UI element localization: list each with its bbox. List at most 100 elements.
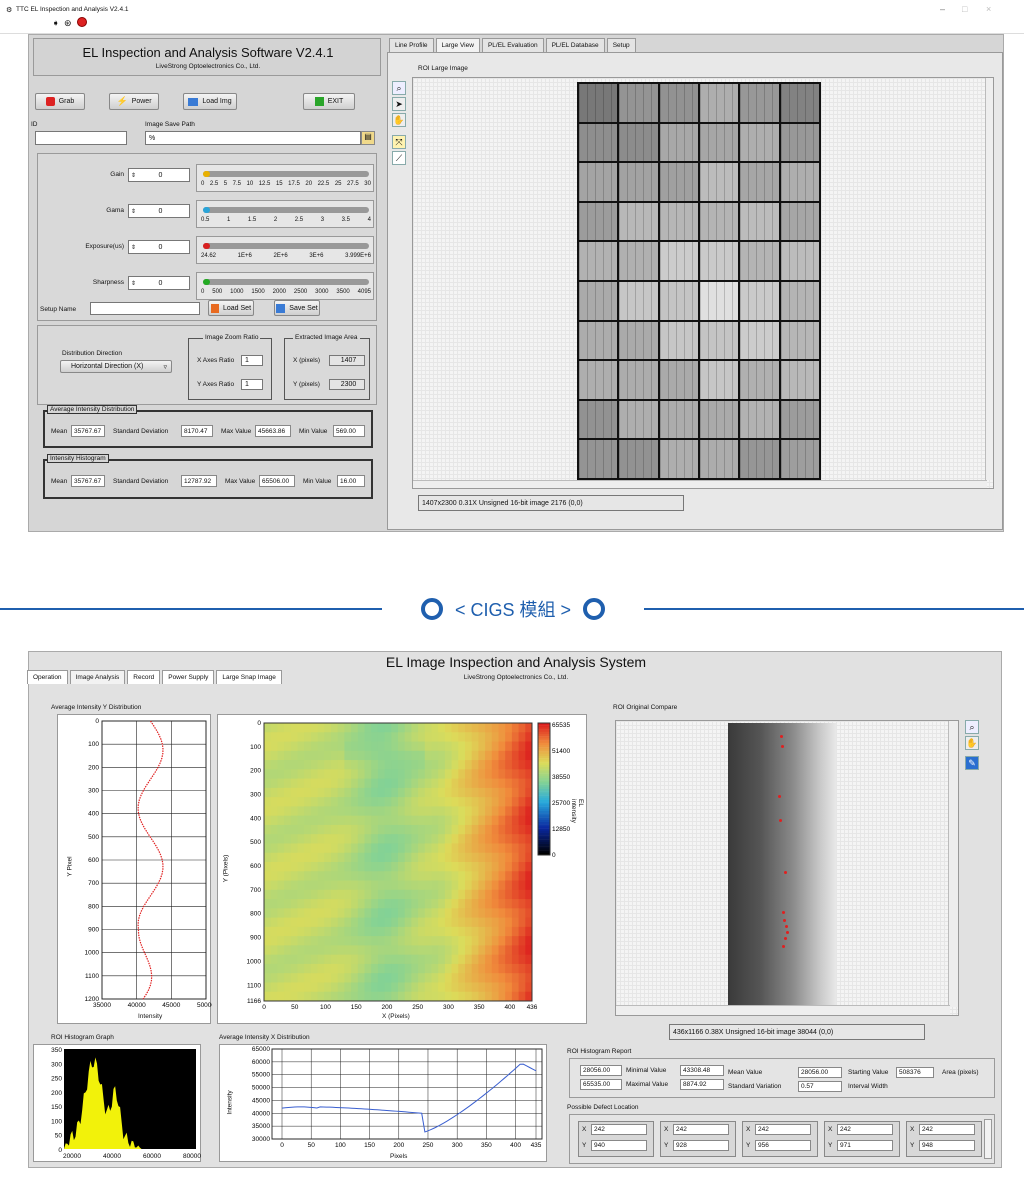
colorbar-segment	[538, 747, 550, 750]
roi-horizontal-scrollbar[interactable]	[616, 1005, 950, 1015]
draw-line-icon[interactable]: ⟋	[392, 151, 406, 165]
save-set-button[interactable]: Save Set	[274, 300, 320, 316]
heatmap-cell	[498, 917, 506, 928]
slider-control[interactable]: 24.62 1E+6 2E+6 3E+6 3.999E+6	[196, 236, 374, 264]
heatmap-cell	[371, 750, 379, 761]
minimize-button[interactable]: –	[940, 4, 945, 14]
heatmap-cell	[377, 723, 386, 733]
slider-track[interactable]	[203, 171, 369, 177]
y-tick-label: 1166	[247, 998, 261, 1005]
heatmap-cell	[478, 732, 486, 743]
spinner-arrows-icon[interactable]: ⇕	[131, 208, 136, 215]
tab-large-view[interactable]: Large View	[435, 38, 480, 52]
close-button[interactable]: ×	[986, 4, 991, 14]
tab-setup[interactable]: Setup	[606, 38, 636, 52]
tab-power-supply[interactable]: Power Supply	[162, 670, 215, 684]
slider-numeric-input[interactable]: ⇕ 0	[128, 240, 190, 254]
id-field[interactable]	[35, 131, 127, 145]
grab-button[interactable]: Grab	[35, 93, 85, 110]
load-img-button[interactable]: Load Img	[183, 93, 237, 110]
tab-record[interactable]: Record	[127, 670, 161, 684]
heatmap-cell	[357, 815, 365, 826]
tab-large-snap-image[interactable]: Large Snap Image	[216, 670, 282, 684]
exit-button[interactable]: EXIT	[303, 93, 355, 110]
heatmap-cell	[324, 815, 332, 826]
x-axes-ratio-field[interactable]: 1	[241, 355, 263, 366]
pointer-icon[interactable]: ➤	[392, 97, 406, 111]
tab-pl-el-evaluation[interactable]: PL/EL Evaluation	[481, 38, 544, 52]
abort-icon[interactable]: ⊛	[64, 18, 72, 29]
load-set-icon	[210, 303, 219, 313]
heatmap-cell	[465, 880, 473, 891]
heatmap-cell	[424, 852, 432, 863]
stop-icon[interactable]	[77, 17, 87, 27]
heatmap-cell	[444, 889, 453, 900]
heatmap-cell	[431, 945, 439, 956]
spinner-arrows-icon[interactable]: ⇕	[131, 244, 136, 251]
defect-scrollbar[interactable]	[984, 1119, 992, 1159]
zoom-icon[interactable]: ⌕	[392, 81, 406, 95]
tab-line-profile[interactable]: Line Profile	[389, 38, 434, 52]
slider-value: 0	[158, 171, 163, 179]
horizontal-scrollbar[interactable]	[413, 480, 987, 488]
heatmap-cell	[290, 871, 298, 882]
y-tick-label: 1100	[85, 973, 99, 980]
slider-track[interactable]	[203, 243, 369, 249]
maximize-button[interactable]: □	[962, 4, 967, 14]
y-axes-ratio-field[interactable]: 1	[241, 379, 263, 390]
distribution-select[interactable]: Horizontal Direction (X) ▿	[60, 360, 172, 373]
heatmap-cell	[284, 723, 292, 733]
tab-pl-el-database[interactable]: PL/EL Database	[545, 38, 605, 52]
slider-track[interactable]	[203, 207, 369, 213]
fit-icon[interactable]: ⤧	[392, 135, 406, 149]
defect-x-value: 242	[755, 1124, 811, 1135]
heatmap-cell	[377, 936, 386, 946]
heatmap-cell	[438, 889, 446, 900]
defect-marker	[781, 745, 784, 748]
y-dist-ylabel: Y Pixel	[66, 856, 74, 877]
heatmap-cell	[478, 760, 486, 770]
slider-control[interactable]: 0 500 1000 1500 2000 2500 3000 3500 4095	[196, 272, 374, 300]
roi-pan-hand-icon[interactable]: ✋	[965, 736, 979, 750]
heatmap-cell	[270, 871, 278, 882]
run-arrow-icon[interactable]: ➧	[52, 18, 60, 29]
heatmap-cell	[290, 750, 298, 761]
slider-numeric-input[interactable]: ⇕ 0	[128, 276, 190, 290]
slider-control[interactable]: 0.5 1 1.5 2 2.5 3 3.5 4	[196, 200, 374, 228]
save-path-field[interactable]: %	[145, 131, 361, 145]
browse-folder-icon[interactable]: ▤	[361, 131, 375, 145]
heatmap-cell	[384, 889, 392, 900]
spinner-arrows-icon[interactable]: ⇕	[131, 280, 136, 287]
power-button[interactable]: ⚡ Power	[109, 93, 159, 110]
tab-operation[interactable]: Operation	[27, 670, 68, 684]
roi-original-image[interactable]	[615, 720, 959, 1016]
pan-hand-icon[interactable]: ✋	[392, 113, 406, 127]
slider-tick: 3500	[336, 289, 350, 295]
heatmap-cell	[304, 843, 312, 854]
slider-control[interactable]: 0 2.5 5 7.5 10 12.5 15 17.5 20 22.5 25 27.5 30	[196, 164, 374, 192]
roi-pen-icon[interactable]: ✎	[965, 756, 979, 770]
heatmap-cell	[424, 778, 432, 789]
colorbar-segment	[538, 824, 550, 827]
y-tick-label: 1100	[247, 982, 261, 989]
slider-numeric-input[interactable]: ⇕ 0	[128, 168, 190, 182]
heatmap-cell	[337, 824, 345, 835]
heatmap-cell	[284, 824, 292, 835]
load-set-button[interactable]: Load Set	[208, 300, 254, 316]
colorbar-segment	[538, 780, 550, 783]
tab-image-analysis[interactable]: Image Analysis	[69, 670, 126, 684]
spinner-arrows-icon[interactable]: ⇕	[131, 172, 136, 179]
setup-name-field[interactable]	[90, 302, 200, 315]
x-axes-ratio-label: X Axes Ratio	[197, 357, 235, 364]
roi-zoom-icon[interactable]: ⌕	[965, 720, 979, 734]
x-tick-label: 0	[280, 1142, 284, 1149]
slider-numeric-input[interactable]: ⇕ 0	[128, 204, 190, 218]
vertical-scrollbar[interactable]	[985, 78, 993, 480]
heatmap-cell	[518, 973, 526, 983]
heatmap-cell	[478, 787, 486, 798]
heatmap-cell	[485, 834, 493, 844]
large-image-display[interactable]	[412, 77, 994, 489]
heatmap-cell	[391, 741, 399, 752]
roi-vertical-scrollbar[interactable]	[948, 721, 958, 1007]
slider-track[interactable]	[203, 279, 369, 285]
